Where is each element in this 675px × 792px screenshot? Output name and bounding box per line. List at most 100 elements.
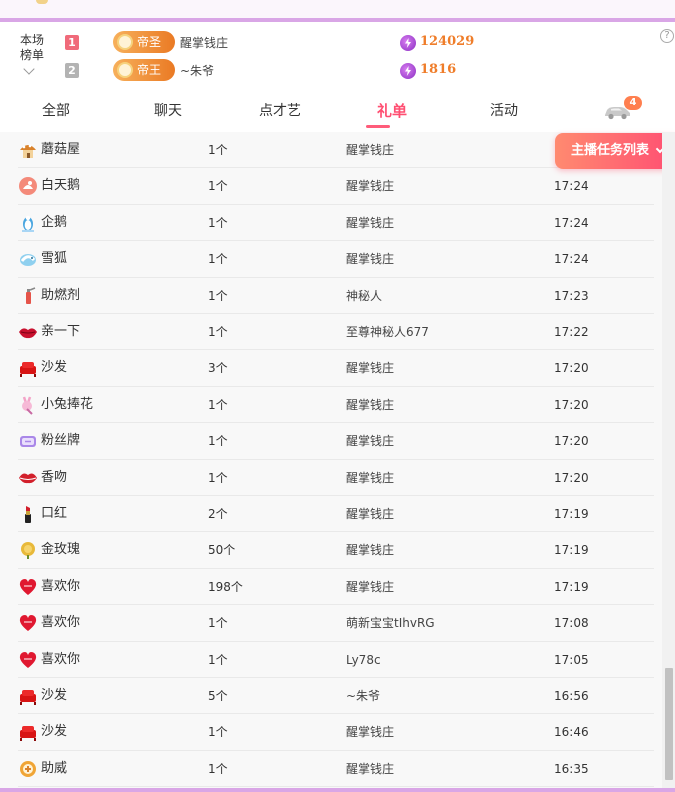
gift-row: 雪狐 1个 醒掌钱庄 17:24 <box>0 241 662 278</box>
booster-spray-icon <box>26 286 36 304</box>
gift-row-content: 亲一下 1个 至尊神秘人677 17:22 <box>18 314 654 351</box>
anchor-task-list-button[interactable]: 主播任务列表 <box>555 133 675 169</box>
gift-name: 喜欢你 <box>41 615 81 631</box>
gift-sender[interactable]: 醒掌钱庄 <box>346 350 394 386</box>
active-tab-indicator <box>366 125 390 128</box>
gift-list: 蘑菇屋 1个 醒掌钱庄 白天鹅 1个 醒掌钱庄 17:24 企鹅 1个 醒掌钱庄 17:24 雪狐 1个… <box>0 132 662 790</box>
gift-sender[interactable]: 神秘人 <box>346 278 382 314</box>
gift-sender[interactable]: 醒掌钱庄 <box>346 751 394 787</box>
gift-row-content: 雪狐 1个 醒掌钱庄 17:24 <box>18 241 654 278</box>
gift-row-content: 粉丝牌 1个 醒掌钱庄 17:20 <box>18 423 654 460</box>
scrollbar-thumb[interactable] <box>665 668 673 780</box>
gift-count: 3个 <box>208 361 228 376</box>
gift-name: 粉丝牌 <box>41 433 81 449</box>
gift-row: 喜欢你 198个 醒掌钱庄 17:19 <box>0 569 662 606</box>
gift-count: 50个 <box>208 543 236 558</box>
gift-count: 1个 <box>208 725 228 740</box>
gift-count: 1个 <box>208 397 228 412</box>
kiss-lips-icon <box>19 328 37 339</box>
gift-time: 17:20 <box>554 434 589 449</box>
gift-row: 亲一下 1个 至尊神秘人677 17:22 <box>0 314 662 351</box>
gift-count: 1个 <box>208 288 228 303</box>
gift-name: 沙发 <box>41 360 68 376</box>
mushroom-house-icon <box>20 144 36 158</box>
gift-name: 沙发 <box>41 724 68 740</box>
heart-love-icon <box>19 651 37 668</box>
rank-panel: 本场 榜单 1 帝圣 醒掌钱庄 124029 2 帝王 ~朱爷 1816 ? <box>0 25 675 117</box>
gift-name: 蘑菇屋 <box>41 142 81 157</box>
gift-row-content: 喜欢你 1个 Ly78c 17:05 <box>18 642 654 678</box>
rank-entry[interactable]: 1 帝圣 醒掌钱庄 124029 <box>0 31 675 55</box>
tab-bar: 全部 聊天 点才艺 礼单 活动 4 <box>0 92 675 132</box>
gift-count: 198个 <box>208 579 243 594</box>
penguin-icon <box>22 215 34 232</box>
tab-activity[interactable]: 活动 <box>466 92 542 132</box>
gift-row-content: 企鹅 1个 醒掌钱庄 17:24 <box>18 205 654 242</box>
gift-time: 17:19 <box>554 507 589 521</box>
gift-row: 沙发 3个 醒掌钱庄 17:20 <box>0 350 662 387</box>
gift-time: 17:20 <box>554 470 589 485</box>
gift-row-content: 口红 2个 醒掌钱庄 17:19 <box>18 496 654 533</box>
gift-row: 白天鹅 1个 醒掌钱庄 17:24 <box>0 168 662 205</box>
scrollbar[interactable] <box>662 132 675 790</box>
gift-row-content: 金玫瑰 50个 醒掌钱庄 17:19 <box>18 532 654 569</box>
lightning-coin-icon <box>400 63 416 79</box>
gift-sender[interactable]: 醒掌钱庄 <box>346 423 394 459</box>
rank-score: 124029 <box>420 34 475 49</box>
gift-sender[interactable]: 醒掌钱庄 <box>346 205 394 241</box>
gift-time: 17:22 <box>554 325 589 339</box>
gift-name: 小兔捧花 <box>41 396 94 412</box>
tab-chat[interactable]: 聊天 <box>130 92 206 132</box>
gift-sender[interactable]: 醒掌钱庄 <box>346 714 394 750</box>
rank-user-name[interactable]: ~朱爷 <box>180 62 214 79</box>
gift-count: 1个 <box>208 143 228 157</box>
gift-sender[interactable]: Ly78c <box>346 642 381 678</box>
gift-row-content: 助威 1个 醒掌钱庄 16:35 <box>18 751 654 788</box>
gift-time: 17:19 <box>554 579 589 594</box>
gift-name: 助燃剂 <box>41 287 81 303</box>
gift-sender[interactable]: 醒掌钱庄 <box>346 569 394 605</box>
gift-sender[interactable]: 醒掌钱庄 <box>346 532 394 568</box>
gift-row: 沙发 5个 ~朱爷 16:56 <box>0 678 662 715</box>
rank-user-name[interactable]: 醒掌钱庄 <box>180 34 228 51</box>
bunny-bouquet-icon <box>22 396 33 415</box>
heart-love-icon <box>19 615 37 632</box>
gift-sender[interactable]: 醒掌钱庄 <box>346 387 394 423</box>
gift-row-content: 白天鹅 1个 醒掌钱庄 17:24 <box>18 168 654 205</box>
tab-all[interactable]: 全部 <box>18 92 94 132</box>
gift-sender[interactable]: ~朱爷 <box>346 678 380 714</box>
gift-count: 1个 <box>208 252 228 267</box>
gift-sender[interactable]: 醒掌钱庄 <box>346 241 394 277</box>
gift-sender[interactable]: 萌新宝宝tIhvRG <box>346 605 435 641</box>
rank-entry[interactable]: 2 帝王 ~朱爷 1816 <box>0 59 675 83</box>
gift-name: 金玫瑰 <box>41 542 81 558</box>
gift-count: 1个 <box>208 470 228 485</box>
gift-count: 1个 <box>208 179 228 194</box>
lightning-coin-icon <box>400 35 416 51</box>
level-badge-label: 帝圣 <box>137 35 162 49</box>
gift-sender[interactable]: 醒掌钱庄 <box>346 168 394 204</box>
gift-row-content: 沙发 5个 ~朱爷 16:56 <box>18 678 654 715</box>
gift-sender[interactable]: 醒掌钱庄 <box>346 132 394 168</box>
lipstick-icon <box>25 506 31 523</box>
rank-position: 2 <box>65 63 79 78</box>
rank-score: 1816 <box>420 62 457 77</box>
gift-time: 17:20 <box>554 397 589 412</box>
help-icon[interactable]: ? <box>660 29 674 43</box>
heart-love-icon <box>19 578 37 595</box>
gift-sender[interactable]: 醒掌钱庄 <box>346 460 394 496</box>
gift-row: 助燃剂 1个 神秘人 17:23 <box>0 278 662 314</box>
gift-name: 喜欢你 <box>41 651 81 667</box>
gift-time: 17:24 <box>554 252 589 267</box>
sofa-icon <box>20 362 36 378</box>
level-badge-label: 帝王 <box>137 63 162 77</box>
gift-count: 1个 <box>208 325 228 339</box>
gift-row: 金玫瑰 50个 醒掌钱庄 17:19 <box>0 532 662 569</box>
gift-row: 小兔捧花 1个 醒掌钱庄 17:20 <box>0 387 662 424</box>
gift-sender[interactable]: 醒掌钱庄 <box>346 496 394 532</box>
sofa-icon <box>20 690 36 705</box>
tab-talent[interactable]: 点才艺 <box>242 92 318 132</box>
lips-kiss-icon <box>19 473 37 483</box>
gift-sender[interactable]: 至尊神秘人677 <box>346 314 429 350</box>
gift-row: 沙发 1个 醒掌钱庄 16:46 <box>0 714 662 751</box>
